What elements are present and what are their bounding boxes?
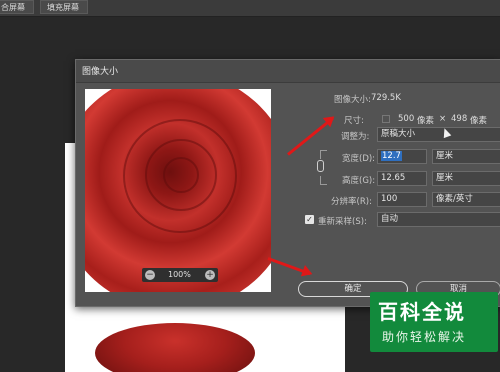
dimensions-height: 498	[451, 114, 468, 124]
fit-screen-button[interactable]: 合屏幕	[0, 0, 34, 14]
dialog-titlebar: 图像大小	[76, 60, 500, 83]
dimensions-unit: 像素	[417, 116, 435, 126]
dimensions-unit-2: 像素	[470, 116, 488, 126]
dimensions-dropdown-icon[interactable]	[382, 115, 390, 123]
image-size-value: 729.5K	[371, 93, 401, 103]
width-value: 12.7	[381, 151, 402, 161]
dimensions-times: ×	[439, 114, 447, 124]
watermark-subtitle: 助你轻松解决	[382, 330, 467, 344]
zoom-level: 100%	[168, 270, 191, 279]
width-input[interactable]: 12.7	[377, 149, 427, 164]
petal-ring-inner	[163, 157, 199, 193]
canvas-rose-image	[95, 323, 255, 372]
image-size-label: 图像大小:	[334, 95, 371, 105]
image-preview[interactable]: − 100% +	[85, 89, 271, 292]
resolution-input[interactable]: 100	[377, 192, 427, 207]
resolution-unit-select[interactable]: 像素/英寸	[432, 192, 500, 207]
height-label: 高度(G):	[342, 176, 376, 186]
watermark-logo: 百科全说 助你轻松解决	[370, 292, 498, 352]
top-toolbar: 合屏幕 填充屏幕	[0, 0, 500, 17]
zoom-in-icon[interactable]: +	[205, 270, 215, 280]
dimensions-label: 尺寸:	[344, 116, 364, 126]
fit-to-select[interactable]: 原稿大小	[377, 127, 500, 142]
height-input[interactable]: 12.65	[377, 171, 427, 186]
bracket-line-top	[320, 150, 327, 159]
preview-zoom-bar: − 100% +	[142, 268, 218, 282]
zoom-out-icon[interactable]: −	[145, 270, 155, 280]
image-size-dialog: 图像大小 − 100% + 图像大小: 729.5K 尺寸: 500 像素 × …	[75, 59, 500, 307]
fit-to-label: 调整为:	[341, 132, 370, 142]
watermark-title: 百科全说	[378, 300, 466, 324]
resample-label: 重新采样(S):	[318, 217, 367, 227]
resample-checkbox[interactable]: ✓	[305, 215, 314, 224]
width-unit-select[interactable]: 厘米	[432, 149, 500, 164]
dialog-title: 图像大小	[82, 67, 119, 77]
resolution-label: 分辨率(R):	[331, 197, 372, 207]
dimensions-width: 500	[398, 114, 415, 124]
bracket-line-bottom	[320, 176, 327, 185]
constrain-proportions-link-icon[interactable]	[317, 160, 324, 172]
height-unit-select[interactable]: 厘米	[432, 171, 500, 186]
width-label: 宽度(D):	[342, 154, 376, 164]
resample-select[interactable]: 自动	[377, 212, 500, 227]
fill-screen-button[interactable]: 填充屏幕	[40, 0, 88, 14]
